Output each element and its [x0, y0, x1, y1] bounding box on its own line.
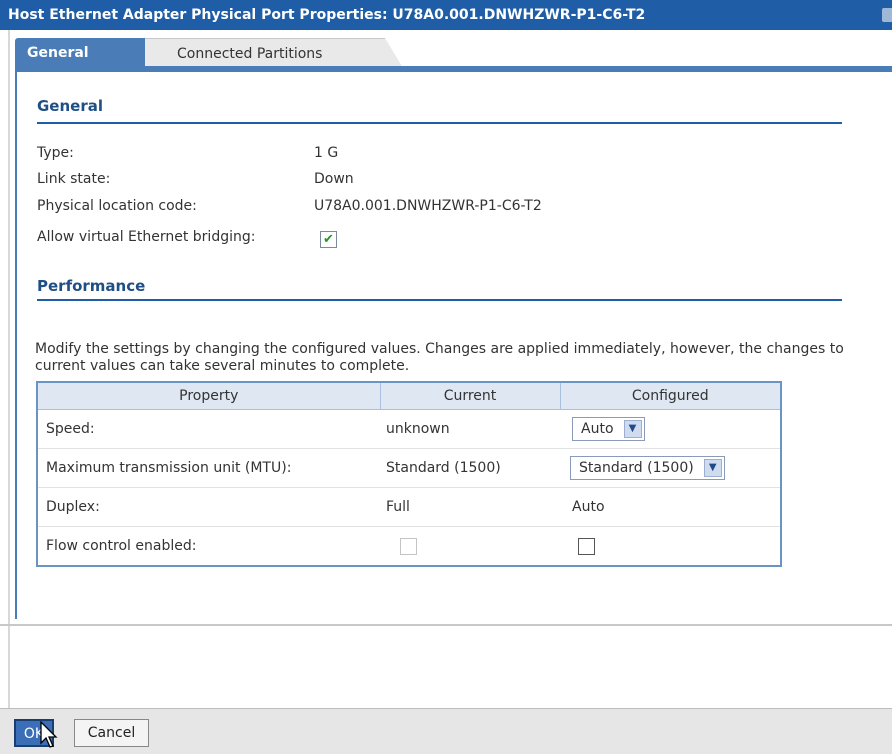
physical-location-value: U78A0.001.DNWHZWR-P1-C6-T2: [314, 198, 542, 214]
speed-select-value: Auto: [581, 421, 614, 437]
link-state-label: Link state:: [37, 171, 111, 187]
tab-general-label: General: [27, 45, 89, 61]
mtu-select[interactable]: Standard (1500) ▼: [570, 456, 725, 480]
column-header-property[interactable]: Property: [36, 381, 381, 410]
flow-control-property: Flow control enabled:: [37, 526, 380, 566]
table-header-row: Property Current Configured: [36, 381, 782, 410]
performance-section-rule: [37, 299, 842, 301]
duplex-current: Full: [380, 487, 560, 527]
window-close-icon[interactable]: [882, 8, 892, 22]
dialog-footer: OK Cancel: [0, 708, 892, 754]
duplex-configured: Auto: [560, 487, 781, 527]
window-title: Host Ethernet Adapter Physical Port Prop…: [8, 7, 646, 23]
tab-general[interactable]: General: [15, 38, 161, 68]
column-header-current[interactable]: Current: [379, 381, 561, 410]
performance-table: Property Current Configured Speed: unkno…: [36, 381, 782, 567]
chevron-down-icon[interactable]: ▼: [703, 459, 722, 477]
performance-section-title: Performance: [37, 277, 146, 295]
flow-control-configured-checkbox[interactable]: [578, 537, 595, 555]
table-row-flow-control: Flow control enabled:: [37, 526, 781, 566]
type-value: 1 G: [314, 145, 339, 161]
performance-description: Modify the settings by changing the conf…: [35, 341, 844, 374]
chevron-down-icon[interactable]: ▼: [623, 420, 642, 438]
table-row-duplex: Duplex: Full Auto: [37, 487, 781, 527]
mouse-pointer-icon: [40, 721, 58, 748]
flow-control-current-checkbox: [400, 537, 417, 555]
table-row-mtu: Maximum transmission unit (MTU): Standar…: [37, 448, 781, 488]
window-title-bar: Host Ethernet Adapter Physical Port Prop…: [0, 0, 892, 30]
bridging-label: Allow virtual Ethernet bridging:: [37, 229, 256, 245]
tab-connected-partitions[interactable]: Connected Partitions: [145, 38, 403, 68]
speed-current: unknown: [380, 409, 560, 449]
panel-bottom-divider: [0, 624, 892, 626]
mtu-select-value: Standard (1500): [579, 460, 694, 476]
tab-connected-partitions-label: Connected Partitions: [177, 46, 323, 62]
type-label: Type:: [37, 145, 74, 161]
mtu-property: Maximum transmission unit (MTU):: [37, 448, 380, 488]
speed-select[interactable]: Auto ▼: [572, 417, 645, 441]
general-section-rule: [37, 122, 842, 124]
column-header-configured[interactable]: Configured: [559, 381, 782, 410]
mtu-current: Standard (1500): [380, 448, 560, 488]
link-state-value: Down: [314, 171, 354, 187]
cancel-button[interactable]: Cancel: [74, 719, 149, 747]
duplex-property: Duplex:: [37, 487, 380, 527]
physical-location-label: Physical location code:: [37, 198, 197, 214]
general-section-title: General: [37, 97, 103, 115]
speed-property: Speed:: [37, 409, 380, 449]
table-row-speed: Speed: unknown Auto ▼: [37, 409, 781, 449]
bridging-checkbox[interactable]: ✔: [320, 231, 337, 248]
general-tab-panel: General Type: 1 G Link state: Down Physi…: [15, 72, 892, 619]
dialog-left-border: [8, 30, 10, 720]
